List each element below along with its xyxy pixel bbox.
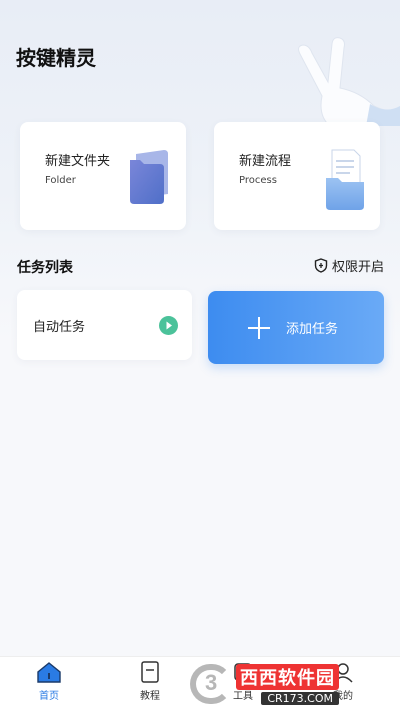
task-item[interactable]: 自动任务 (17, 290, 192, 360)
plus-icon (248, 316, 270, 339)
task-list-title: 任务列表 (17, 260, 73, 276)
new-process-card[interactable]: 新建流程 Process (214, 122, 380, 230)
document-folder-icon (326, 149, 364, 210)
hand-illustration (298, 37, 400, 126)
tab-home-label: 首页 (39, 691, 59, 702)
new-folder-subtitle: Folder (45, 175, 76, 186)
app-title: 按键精灵 (16, 46, 96, 70)
shield-icon (314, 258, 328, 273)
site-watermark: 西西软件园 CR173.COM (190, 663, 390, 705)
play-button[interactable] (159, 316, 178, 335)
new-folder-card[interactable]: 新建文件夹 Folder (20, 122, 186, 230)
play-icon (166, 321, 172, 330)
watermark-brand: 西西软件园 (236, 663, 339, 690)
tab-tutorial-label: 教程 (140, 691, 160, 702)
folder-icon (130, 150, 168, 204)
watermark-text: 西西软件园 CR173.COM (236, 663, 339, 705)
new-folder-title: 新建文件夹 (45, 154, 111, 169)
permission-toggle[interactable]: 权限开启 (314, 256, 384, 275)
watermark-logo (190, 664, 232, 704)
permission-label: 权限开启 (331, 260, 384, 275)
task-name: 自动任务 (33, 320, 86, 335)
home-icon (37, 662, 61, 683)
book-icon (141, 661, 159, 683)
new-process-title: 新建流程 (239, 154, 292, 169)
add-task-label: 添加任务 (286, 322, 339, 337)
add-task-button[interactable]: 添加任务 (208, 291, 384, 364)
tab-home[interactable]: 首页 (14, 661, 84, 709)
watermark-url: CR173.COM (261, 691, 339, 705)
new-process-subtitle: Process (239, 175, 277, 186)
tab-tutorial[interactable]: 教程 (115, 661, 185, 709)
